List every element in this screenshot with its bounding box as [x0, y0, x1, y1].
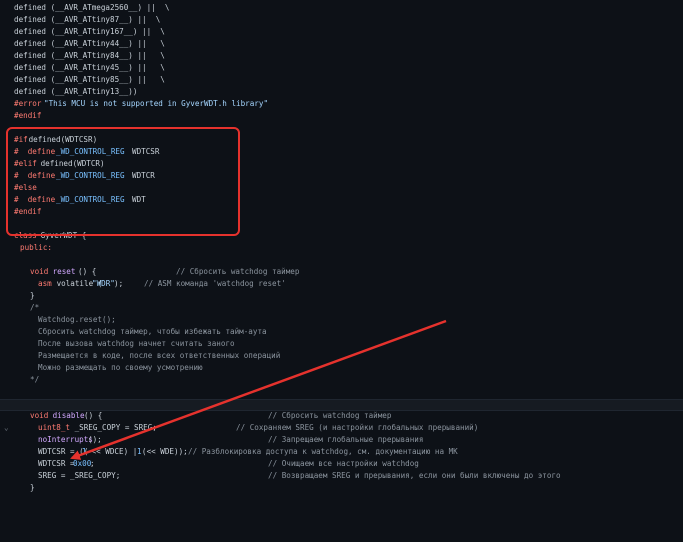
red-arrow-icon: [70, 319, 447, 460]
